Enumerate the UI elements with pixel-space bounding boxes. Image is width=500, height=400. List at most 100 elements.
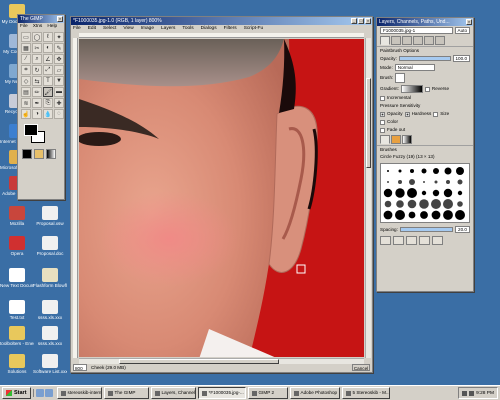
- desktop-icon[interactable]: Opera: [0, 236, 34, 256]
- desktop-icon[interactable]: Test.txt: [0, 300, 34, 320]
- brush-thumbnail[interactable]: [407, 188, 417, 198]
- taskbar-button[interactable]: GIMP 2: [247, 387, 288, 399]
- brush-thumbnail[interactable]: [387, 181, 389, 183]
- brush-thumbnail[interactable]: [398, 169, 402, 173]
- incremental-checkbox[interactable]: [380, 95, 385, 101]
- menu-dialogs[interactable]: Dialogs: [201, 25, 217, 32]
- measure-icon[interactable]: ∠: [43, 54, 53, 64]
- tab-undo[interactable]: [424, 36, 434, 45]
- desktop-icon[interactable]: ssss.xls.xxx: [33, 326, 67, 346]
- delete-brush-icon[interactable]: [419, 236, 430, 245]
- brush-thumbnails[interactable]: [381, 164, 470, 223]
- maximize-icon[interactable]: □: [358, 18, 364, 24]
- taskbar-button[interactable]: The GIMP: [103, 387, 149, 399]
- minimize-icon[interactable]: _: [351, 18, 357, 24]
- desktop-icon[interactable]: New Text Document.txt: [0, 268, 34, 288]
- brush-thumbnail[interactable]: [443, 199, 453, 209]
- brush-thumbnail[interactable]: [420, 211, 428, 219]
- menu-xtns[interactable]: Xtns: [33, 23, 43, 30]
- brush-thumbnail[interactable]: [387, 170, 389, 172]
- brush-thumbnail[interactable]: [407, 199, 417, 209]
- brush-thumbnail[interactable]: [431, 199, 441, 209]
- pattern-preview[interactable]: [34, 149, 44, 159]
- tab-gradients[interactable]: [402, 135, 412, 144]
- scissors-icon[interactable]: ✂: [32, 43, 42, 53]
- desktop-icon[interactable]: ssss.xls.xxx: [33, 300, 67, 320]
- menu-tools[interactable]: Tools: [182, 25, 193, 32]
- fade-checkbox[interactable]: [380, 127, 385, 133]
- desktop-icon[interactable]: Solutions: [0, 354, 34, 374]
- brush-thumbnail[interactable]: [408, 211, 416, 219]
- brush-thumbnail[interactable]: [423, 181, 425, 183]
- auto-button[interactable]: Auto: [454, 27, 470, 34]
- brush-thumbnail[interactable]: [457, 190, 463, 196]
- desktop-icon[interactable]: Proposal.doc: [33, 236, 67, 256]
- brush-grid[interactable]: [380, 163, 470, 223]
- menu-file[interactable]: File: [20, 23, 28, 30]
- opacity-checkbox[interactable]: [380, 111, 385, 117]
- brush-thumbnail[interactable]: [457, 179, 463, 185]
- menu-select[interactable]: Select: [103, 25, 116, 32]
- dodge-burn-icon[interactable]: ◑: [32, 109, 42, 119]
- start-button[interactable]: Start: [2, 387, 31, 399]
- brush-thumbnail[interactable]: [395, 188, 405, 198]
- taskbar-button[interactable]: Layers, Channel...: [150, 387, 196, 399]
- paths-icon[interactable]: ✎: [54, 43, 64, 53]
- lasso-icon[interactable]: ℓ: [43, 32, 53, 42]
- spacing-value[interactable]: 20.0: [455, 226, 470, 233]
- brush-thumbnail[interactable]: [384, 200, 392, 208]
- close-icon[interactable]: ×: [365, 18, 371, 24]
- taskbar-button-active[interactable]: *F1000035.jpg-...: [197, 387, 246, 399]
- brush-thumbnail[interactable]: [398, 180, 402, 184]
- perspective-icon[interactable]: ◇: [21, 76, 31, 86]
- brush-thumbnail[interactable]: [456, 167, 464, 175]
- clone-icon[interactable]: ⎘: [43, 98, 53, 108]
- tab-brushes[interactable]: [380, 135, 390, 144]
- hardness-checkbox[interactable]: [404, 111, 410, 117]
- brush-thumbnail[interactable]: [434, 180, 438, 184]
- reverse-checkbox[interactable]: [424, 86, 430, 92]
- brush-thumbnail[interactable]: [383, 188, 393, 198]
- tab-channels[interactable]: [402, 36, 412, 45]
- desktop-icon[interactable]: Flashform Blowfly: [33, 268, 67, 288]
- eraser-icon[interactable]: ▬: [54, 87, 64, 97]
- refresh-brushes-icon[interactable]: [432, 236, 443, 245]
- brush-thumbnail[interactable]: [410, 169, 414, 173]
- brush-thumbnail[interactable]: [455, 210, 465, 220]
- brush-thumbnail[interactable]: [409, 179, 415, 185]
- convolve-icon[interactable]: 💧: [43, 109, 53, 119]
- zoom-icon[interactable]: ⌕: [32, 54, 42, 64]
- network-icon[interactable]: [469, 390, 475, 396]
- color-picker-icon[interactable]: ⁄: [21, 54, 31, 64]
- menu-filters[interactable]: Filters: [224, 25, 237, 32]
- spacing-slider[interactable]: [399, 227, 454, 232]
- brush-thumbnail[interactable]: [433, 168, 439, 174]
- brush-thumbnail[interactable]: [444, 167, 452, 175]
- menu-image[interactable]: Image: [141, 25, 154, 32]
- color-checkbox[interactable]: [380, 119, 385, 125]
- image-titlebar[interactable]: *F1000035.jpg-1.0 (RGB, 1 layer) 800% _ …: [71, 17, 372, 25]
- brush-thumbnail[interactable]: [383, 210, 393, 220]
- bucket-fill-icon[interactable]: ▼: [54, 76, 64, 86]
- tab-layers[interactable]: [391, 36, 401, 45]
- browser-icon[interactable]: [44, 389, 53, 397]
- menu-script-fu[interactable]: Script-Fu: [244, 25, 263, 32]
- desktop-icon[interactable]: Software List.xxxx: [33, 354, 67, 374]
- brush-thumbnail[interactable]: [396, 200, 404, 208]
- heal-icon[interactable]: ✚: [54, 98, 64, 108]
- foreground-color-swatch[interactable]: [24, 124, 38, 136]
- brush-thumbnail[interactable]: [431, 210, 441, 220]
- clock[interactable]: 9:28 PM: [476, 391, 494, 396]
- color-swatches[interactable]: [22, 124, 60, 146]
- brush-thumbnail[interactable]: [443, 210, 453, 220]
- brush-thumbnail[interactable]: [443, 188, 453, 198]
- gradient-selector[interactable]: [400, 85, 423, 93]
- opacity-slider[interactable]: [398, 56, 451, 61]
- menu-layers[interactable]: Layers: [161, 25, 175, 32]
- tab-tool-options[interactable]: [380, 36, 390, 45]
- toolbox-titlebar[interactable]: The GIMP ×: [18, 15, 64, 23]
- brush-thumbnail[interactable]: [457, 201, 463, 207]
- layers-titlebar[interactable]: Layers, Channels, Paths, Und... ×: [377, 18, 473, 26]
- opacity-value[interactable]: 100.0: [452, 55, 470, 62]
- duplicate-brush-icon[interactable]: [406, 236, 417, 245]
